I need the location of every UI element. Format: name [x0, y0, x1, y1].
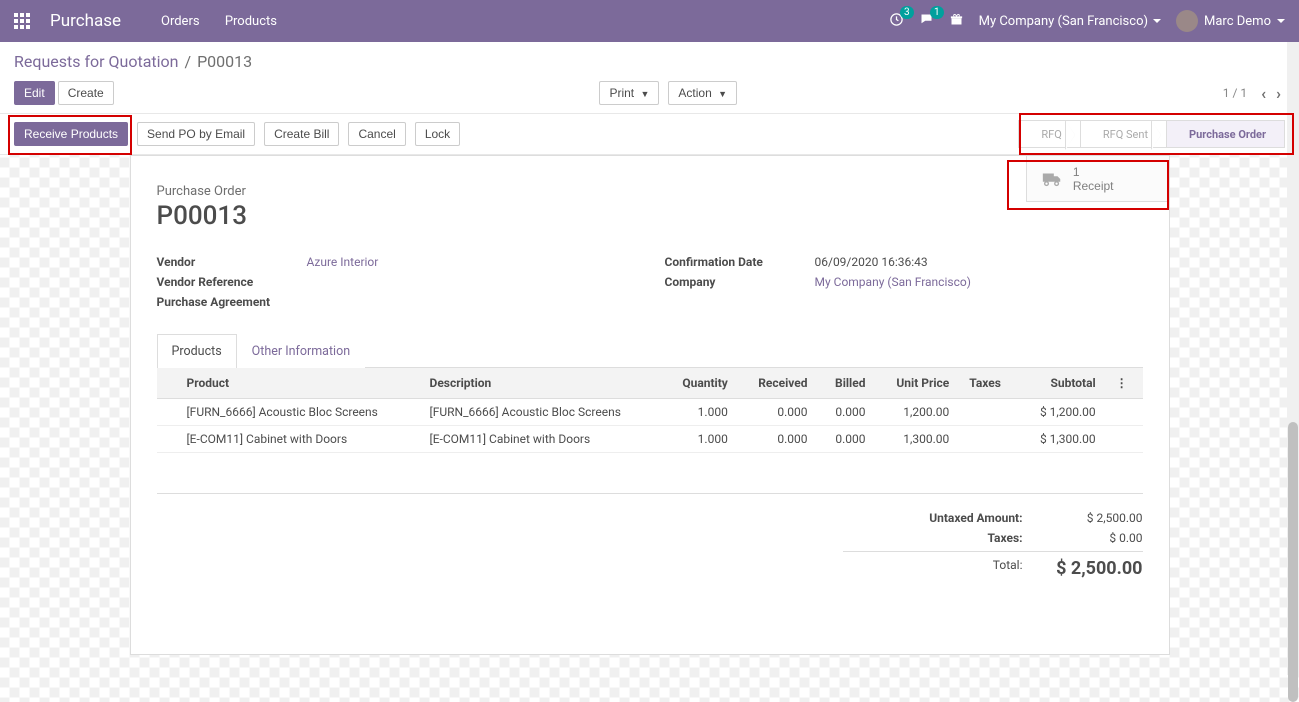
receipt-label: Receipt [1073, 179, 1114, 193]
breadcrumb-row: Requests for Quotation / P00013 [0, 42, 1299, 75]
action-label: Action [678, 86, 711, 100]
cell-received: 0.000 [738, 426, 818, 453]
status-rfq-sent[interactable]: RFQ Sent [1080, 120, 1166, 148]
receipt-count: 1 [1073, 165, 1080, 179]
col-options-icon[interactable]: ⋮ [1106, 368, 1143, 399]
messages-count: 1 [930, 6, 944, 19]
scroll-thumb[interactable] [1288, 422, 1298, 702]
company-label: Company [665, 275, 815, 289]
nav-products[interactable]: Products [225, 14, 277, 29]
print-dropdown[interactable]: Print ▼ [599, 81, 659, 105]
apps-icon[interactable] [14, 13, 30, 29]
gift-icon[interactable] [949, 12, 964, 31]
cell-description: [E-COM11] Cabinet with Doors [420, 426, 663, 453]
control-buttons-row: Edit Create Print ▼ Action ▼ 1 / 1 ‹ › [0, 75, 1299, 113]
col-received: Received [738, 368, 818, 399]
company-name: My Company (San Francisco) [979, 14, 1148, 29]
receipt-stat-button[interactable]: 1 Receipt [1027, 156, 1169, 201]
nav-orders[interactable]: Orders [161, 14, 200, 29]
statusbar: RFQ RFQ Sent Purchase Order [1018, 120, 1285, 148]
create-bill-button[interactable]: Create Bill [264, 122, 339, 146]
create-button[interactable]: Create [58, 81, 114, 105]
taxes-label: Taxes: [843, 531, 1053, 545]
print-label: Print [609, 86, 634, 100]
edit-button[interactable]: Edit [14, 81, 55, 105]
col-quantity: Quantity [663, 368, 738, 399]
send-po-email-button[interactable]: Send PO by Email [137, 122, 255, 146]
scrollbar[interactable] [1287, 42, 1299, 675]
cell-billed: 0.000 [818, 399, 876, 426]
action-dropdown[interactable]: Action ▼ [668, 81, 737, 105]
truck-icon [1041, 168, 1063, 190]
vendor-value[interactable]: Azure Interior [307, 255, 635, 269]
form-title-label: Purchase Order [157, 184, 1143, 199]
confirmation-date-label: Confirmation Date [665, 255, 815, 269]
cell-taxes [959, 399, 1018, 426]
tab-products[interactable]: Products [157, 334, 237, 368]
col-taxes: Taxes [959, 368, 1018, 399]
cell-product: [E-COM11] Cabinet with Doors [177, 426, 420, 453]
col-description: Description [420, 368, 663, 399]
chevron-down-icon [1153, 19, 1161, 27]
lock-button[interactable]: Lock [415, 122, 460, 146]
untaxed-amount-label: Untaxed Amount: [843, 511, 1053, 525]
avatar [1176, 10, 1198, 32]
cancel-button[interactable]: Cancel [348, 122, 405, 146]
activities-count: 3 [900, 6, 914, 19]
total-value: $ 2,500.00 [1053, 558, 1143, 579]
vendor-label: Vendor [157, 255, 307, 269]
cell-product: [FURN_6666] Acoustic Bloc Screens [177, 399, 420, 426]
breadcrumb-sep: / [184, 52, 191, 71]
pager-next[interactable]: › [1272, 82, 1285, 105]
status-rfq[interactable]: RFQ [1018, 120, 1079, 148]
purchase-agreement-value [307, 295, 635, 309]
top-nav: Purchase Orders Products 3 1 My Company … [0, 0, 1299, 42]
form-title: P00013 [157, 201, 1143, 231]
untaxed-amount-value: $ 2,500.00 [1053, 511, 1143, 525]
vendor-ref-label: Vendor Reference [157, 275, 307, 289]
total-label: Total: [843, 558, 1053, 579]
form-sheet: 1 Receipt Purchase Order P00013 Vendor A… [130, 155, 1170, 655]
breadcrumb-current: P00013 [197, 52, 252, 71]
confirmation-date-value: 06/09/2020 16:36:43 [815, 255, 1143, 269]
chevron-down-icon [1277, 19, 1285, 27]
col-unit-price: Unit Price [875, 368, 959, 399]
action-bar: Receive Products Send PO by Email Create… [0, 113, 1299, 155]
col-product: Product [177, 368, 420, 399]
caret-down-icon: ▼ [718, 89, 727, 99]
taxes-value: $ 0.00 [1053, 531, 1143, 545]
cell-description: [FURN_6666] Acoustic Bloc Screens [420, 399, 663, 426]
pager-prev[interactable]: ‹ [1257, 82, 1270, 105]
cell-unit-price: 1,300.00 [875, 426, 959, 453]
caret-down-icon: ▼ [640, 89, 649, 99]
user-menu[interactable]: Marc Demo [1176, 10, 1285, 32]
vendor-ref-value [307, 275, 635, 289]
breadcrumb-parent[interactable]: Requests for Quotation [14, 52, 179, 71]
cell-subtotal: $ 1,200.00 [1019, 399, 1106, 426]
cell-taxes [959, 426, 1018, 453]
col-billed: Billed [818, 368, 876, 399]
status-purchase-order[interactable]: Purchase Order [1166, 120, 1285, 148]
activities-icon[interactable]: 3 [889, 12, 904, 31]
cell-quantity: 1.000 [663, 399, 738, 426]
tab-other-information[interactable]: Other Information [237, 334, 365, 368]
col-subtotal: Subtotal [1019, 368, 1106, 399]
table-row[interactable]: [E-COM11] Cabinet with Doors[E-COM11] Ca… [157, 426, 1143, 453]
cell-unit-price: 1,200.00 [875, 399, 959, 426]
cell-quantity: 1.000 [663, 426, 738, 453]
app-brand[interactable]: Purchase [50, 11, 121, 31]
purchase-agreement-label: Purchase Agreement [157, 295, 307, 309]
table-row[interactable]: [FURN_6666] Acoustic Bloc Screens[FURN_6… [157, 399, 1143, 426]
user-name: Marc Demo [1204, 14, 1271, 29]
company-value[interactable]: My Company (San Francisco) [815, 275, 1143, 289]
receive-products-button[interactable]: Receive Products [14, 122, 128, 146]
pager-text: 1 / 1 [1223, 86, 1247, 100]
messages-icon[interactable]: 1 [919, 12, 934, 31]
cell-subtotal: $ 1,300.00 [1019, 426, 1106, 453]
order-lines-table: Product Description Quantity Received Bi… [157, 368, 1143, 453]
cell-billed: 0.000 [818, 426, 876, 453]
cell-received: 0.000 [738, 399, 818, 426]
company-selector[interactable]: My Company (San Francisco) [979, 14, 1161, 29]
